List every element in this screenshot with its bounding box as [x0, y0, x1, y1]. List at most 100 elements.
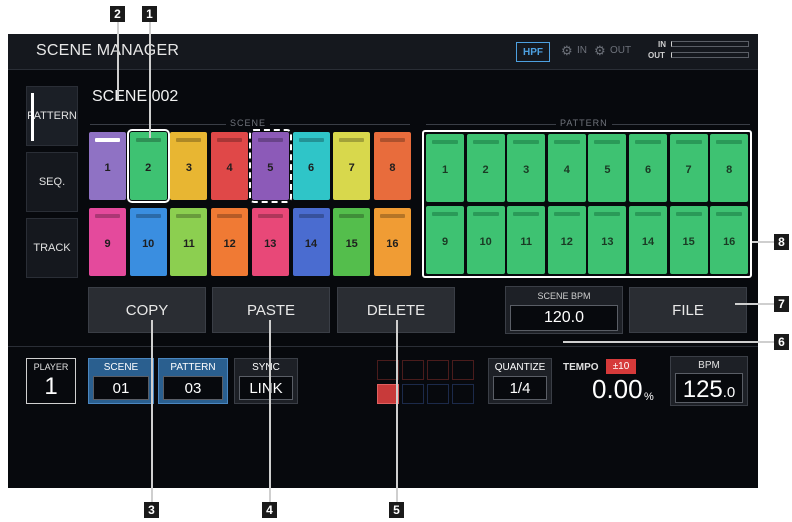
pattern-field-value: 03 — [163, 376, 223, 400]
scene-section-label: SCENE — [226, 118, 271, 128]
pattern-pad[interactable]: 3 — [507, 134, 546, 202]
callout-4: 4 — [262, 502, 277, 518]
pad-indicator — [472, 212, 499, 216]
pad-indicator — [553, 212, 580, 216]
bpm-decimal: .0 — [722, 384, 736, 401]
sidebar-item-label: TRACK — [33, 242, 71, 254]
pattern-pad[interactable]: 12 — [547, 206, 586, 274]
meter-out-label: OUT — [648, 51, 665, 60]
pad-indicator — [675, 140, 702, 144]
scene-bpm-value[interactable]: 120.0 — [510, 305, 618, 331]
pad-indicator — [635, 212, 661, 216]
scene-pad[interactable]: 1 — [89, 132, 126, 200]
pattern-pad-number: 15 — [682, 236, 695, 248]
scene-pad[interactable]: 5 — [248, 129, 292, 203]
scene-bpm-label: SCENE BPM — [537, 291, 591, 301]
scene-bpm-box[interactable]: SCENE BPM 120.0 — [505, 286, 623, 334]
callout-4-line — [269, 320, 271, 502]
pad-indicator — [217, 138, 243, 142]
bpm-label: BPM — [698, 360, 720, 371]
sidebar-item-seq[interactable]: SEQ. — [26, 152, 78, 212]
scene-pad[interactable]: 9 — [89, 208, 126, 276]
callout-5-line — [396, 320, 398, 502]
paste-button[interactable]: PASTE — [212, 287, 330, 333]
scene-pad-number: 2 — [145, 162, 152, 174]
scene-pad-number: 15 — [345, 238, 358, 250]
pattern-pad[interactable]: 6 — [629, 134, 667, 202]
file-button[interactable]: FILE — [629, 287, 747, 333]
player-number: 1 — [44, 373, 58, 400]
scene-pad[interactable]: 8 — [373, 132, 411, 200]
pattern-pad-number: 11 — [520, 236, 532, 248]
scene-pad[interactable]: 13 — [251, 208, 289, 276]
scene-pad[interactable]: 14 — [292, 208, 330, 276]
scene-pad[interactable]: 3 — [170, 132, 208, 200]
callout-2-line — [117, 22, 119, 100]
pad-indicator — [472, 140, 499, 144]
pad-indicator — [594, 212, 621, 216]
scene-pad-number: 7 — [348, 162, 355, 174]
tempo-value: 0.00 — [592, 374, 643, 404]
callout-6-line — [563, 341, 774, 343]
scene-pad-number: 14 — [304, 238, 318, 250]
player-indicator: PLAYER 1 — [26, 358, 76, 404]
tempo-label: TEMPO — [563, 362, 599, 373]
pattern-pad[interactable]: 11 — [507, 206, 546, 274]
pattern-pad-number: 6 — [644, 164, 652, 176]
pattern-pad[interactable]: 10 — [466, 206, 505, 274]
hpf-button[interactable]: HPF — [516, 42, 550, 62]
pattern-pad[interactable]: 16 — [710, 206, 749, 274]
pad-indicator — [513, 212, 540, 216]
in-icon: ⚙ — [561, 43, 573, 58]
scene-pad-number: 4 — [226, 162, 233, 174]
scene-pad[interactable]: 10 — [129, 208, 167, 276]
meter-out — [671, 52, 749, 58]
scene-pad[interactable]: 15 — [333, 208, 371, 276]
pattern-pad[interactable]: 8 — [710, 134, 749, 202]
sync-field[interactable]: SYNC LINK — [234, 358, 298, 404]
scene-pad[interactable]: 7 — [333, 132, 371, 200]
pattern-pad[interactable]: 1 — [426, 134, 464, 202]
pattern-pad-number: 4 — [563, 164, 570, 176]
scene-pad[interactable]: 12 — [211, 208, 249, 276]
pad-indicator — [257, 138, 283, 142]
callout-3: 3 — [144, 502, 159, 518]
pattern-pad-number: 16 — [723, 236, 736, 248]
scene-pad[interactable]: 2 — [126, 129, 170, 203]
bpm-value: 125 .0 — [675, 373, 743, 403]
pad-indicator — [95, 138, 120, 142]
bpm-integer: 125 — [682, 376, 723, 403]
pattern-pad[interactable]: 15 — [669, 206, 708, 274]
quantize-field[interactable]: QUANTIZE 1/4 — [488, 358, 552, 404]
pattern-pad[interactable]: 13 — [588, 206, 627, 274]
pattern-pad[interactable]: 7 — [669, 134, 708, 202]
quantize-label: QUANTIZE — [494, 362, 546, 373]
pad-indicator — [432, 212, 458, 216]
scene-pad[interactable]: 16 — [373, 208, 411, 276]
meter-in — [671, 41, 749, 47]
callout-7-line — [735, 303, 774, 305]
pattern-pad[interactable]: 4 — [547, 134, 586, 202]
callout-7: 7 — [774, 296, 789, 312]
pattern-pad[interactable]: 14 — [629, 206, 667, 274]
scene-pad[interactable]: 11 — [170, 208, 208, 276]
pad-indicator — [298, 214, 324, 218]
beat-cell — [427, 360, 449, 380]
pad-indicator — [135, 138, 161, 142]
scene-field[interactable]: SCENE 01 — [88, 358, 154, 404]
callout-5: 5 — [389, 502, 404, 518]
sidebar-item-track[interactable]: TRACK — [26, 218, 78, 278]
pattern-pad[interactable]: 9 — [426, 206, 464, 274]
pattern-field[interactable]: PATTERN 03 — [158, 358, 228, 404]
header-bar: SCENE MANAGER HPF ⚙ IN ⚙ OUT IN OUT — [8, 34, 758, 70]
pad-indicator — [716, 140, 743, 144]
beat-cell — [452, 360, 474, 380]
tempo-range-badge[interactable]: ±10 — [606, 359, 636, 374]
sidebar-item-pattern[interactable]: PATTERN — [26, 86, 78, 146]
pattern-pad[interactable]: 2 — [466, 134, 505, 202]
scene-pad[interactable]: 4 — [211, 132, 249, 200]
scene-pad[interactable]: 6 — [292, 132, 330, 200]
copy-button[interactable]: COPY — [88, 287, 206, 333]
scene-name: SCENE 002 — [92, 88, 179, 105]
pattern-pad[interactable]: 5 — [588, 134, 627, 202]
